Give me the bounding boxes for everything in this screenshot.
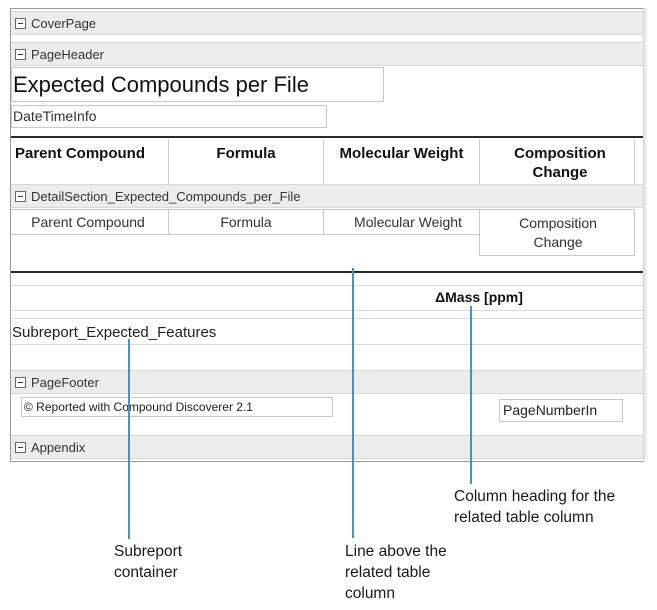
column-divider — [634, 139, 635, 184]
reported-with-field[interactable]: © Reported with Compound Discoverer 2.1 — [21, 397, 333, 417]
row-divider — [11, 318, 644, 319]
column-header-molecular-weight[interactable]: Molecular Weight — [324, 144, 479, 163]
band-page-footer[interactable]: PageFooter — [11, 370, 644, 394]
table-top-line[interactable] — [11, 136, 644, 138]
report-designer-canvas: CoverPage PageHeader Expected Compounds … — [10, 8, 644, 462]
callout-subreport-container: Subreport container — [114, 541, 182, 583]
cell-parent-compound[interactable]: Parent Compound — [11, 209, 169, 235]
collapse-toggle-icon[interactable] — [15, 49, 26, 60]
callout-text-line: related table — [345, 564, 431, 581]
column-header-parent-compound[interactable]: Parent Compound — [11, 144, 172, 163]
band-detail-section[interactable]: DetailSection_Expected_Compounds_per_Fil… — [11, 184, 644, 208]
datetime-info-field[interactable]: DateTimeInfo — [11, 105, 327, 128]
band-cover-page[interactable]: CoverPage — [11, 11, 644, 35]
callout-text-line: Column heading for the — [454, 488, 616, 505]
row-divider — [11, 310, 644, 311]
band-label: PageFooter — [31, 375, 99, 390]
callout-text-line: container — [114, 564, 178, 581]
collapse-toggle-icon[interactable] — [15, 377, 26, 388]
band-appendix[interactable]: Appendix — [11, 435, 644, 459]
row-divider — [11, 285, 644, 286]
band-label: PageHeader — [31, 47, 104, 62]
band-label: DetailSection_Expected_Compounds_per_Fil… — [31, 189, 301, 204]
callout-line-above: Line above the related table column — [345, 541, 447, 604]
subreport-container[interactable]: Subreport_Expected_Features — [12, 323, 216, 342]
column-header-composition-change[interactable]: Composition Change — [500, 144, 620, 182]
callout-text-line: Subreport — [114, 543, 183, 560]
cell-text: Molecular Weight — [354, 214, 462, 230]
band-page-header[interactable]: PageHeader — [11, 42, 644, 66]
row-divider — [11, 344, 644, 345]
callout-text-line: related table column — [454, 509, 594, 526]
callout-column-heading: Column heading for the related table col… — [454, 486, 615, 528]
cell-formula[interactable]: Formula — [168, 209, 324, 235]
callout-text-line: Line above the — [345, 543, 447, 560]
band-label: Appendix — [31, 440, 86, 455]
cell-text: Composition Change — [519, 215, 597, 250]
page-number-field[interactable]: PageNumberIn — [499, 399, 623, 422]
callout-line-line-above — [352, 268, 354, 538]
column-divider — [479, 139, 480, 184]
band-label: CoverPage — [31, 16, 97, 31]
cell-composition-change[interactable]: Composition Change — [479, 209, 635, 256]
callout-line-column-heading — [470, 306, 472, 484]
column-header-formula[interactable]: Formula — [169, 144, 323, 163]
collapse-toggle-icon[interactable] — [15, 18, 26, 29]
cell-text: Parent Compound — [31, 214, 145, 230]
collapse-toggle-icon[interactable] — [15, 191, 26, 202]
cell-text: Formula — [220, 214, 272, 230]
report-title[interactable]: Expected Compounds per File — [11, 67, 384, 102]
callout-line-subreport — [128, 339, 130, 539]
canvas-shadow — [643, 8, 648, 460]
collapse-toggle-icon[interactable] — [15, 442, 26, 453]
column-heading-delta-mass[interactable]: ΔMass [ppm] — [404, 288, 554, 307]
cell-molecular-weight[interactable]: Molecular Weight — [323, 209, 480, 235]
callout-text-line: column — [345, 585, 395, 602]
line-above-related-column[interactable] — [11, 271, 644, 273]
